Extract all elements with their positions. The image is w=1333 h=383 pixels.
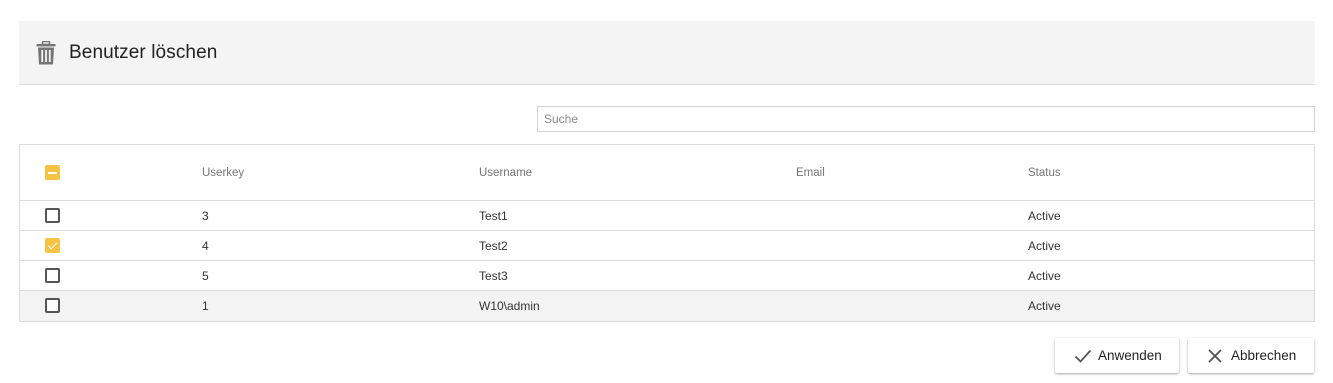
apply-button[interactable]: Anwenden (1055, 338, 1179, 373)
column-header-username[interactable]: Username (479, 167, 532, 179)
status-cell: Active (1028, 299, 1061, 313)
dialog-header: Benutzer löschen (19, 21, 1315, 85)
table-row[interactable]: 4 Test2 Active (20, 231, 1314, 261)
row-checkbox[interactable] (45, 298, 60, 313)
row-checkbox[interactable] (45, 208, 60, 223)
dialog-title: Benutzer löschen (69, 42, 218, 63)
userkey-cell: 4 (202, 239, 209, 253)
search-input[interactable] (537, 106, 1315, 132)
row-checkbox[interactable] (45, 238, 60, 253)
cancel-button[interactable]: Abbrechen (1188, 338, 1314, 373)
userkey-cell: 5 (202, 269, 209, 283)
column-header-status[interactable]: Status (1028, 167, 1061, 179)
username-cell: W10\admin (479, 299, 540, 313)
status-cell: Active (1028, 269, 1061, 283)
check-icon (1074, 349, 1092, 363)
username-cell: Test1 (479, 209, 508, 223)
table-row[interactable]: 1 W10\admin Active (20, 291, 1314, 321)
userkey-cell: 1 (202, 299, 209, 313)
username-cell: Test2 (479, 239, 508, 253)
column-header-userkey[interactable]: Userkey (202, 167, 244, 179)
userkey-cell: 3 (202, 209, 209, 223)
select-all-checkbox[interactable] (45, 165, 60, 180)
column-header-email[interactable]: Email (796, 167, 825, 179)
close-icon (1208, 349, 1222, 363)
table-row[interactable]: 3 Test1 Active (20, 201, 1314, 231)
username-cell: Test3 (479, 269, 508, 283)
table-header-row: Userkey Username Email Status (20, 145, 1314, 201)
apply-button-label: Anwenden (1098, 348, 1162, 363)
cancel-button-label: Abbrechen (1231, 348, 1297, 363)
status-cell: Active (1028, 209, 1061, 223)
user-table: Userkey Username Email Status 3 Test1 Ac… (19, 144, 1315, 322)
row-checkbox[interactable] (45, 268, 60, 283)
table-row[interactable]: 5 Test3 Active (20, 261, 1314, 291)
trash-icon (36, 41, 56, 65)
status-cell: Active (1028, 239, 1061, 253)
